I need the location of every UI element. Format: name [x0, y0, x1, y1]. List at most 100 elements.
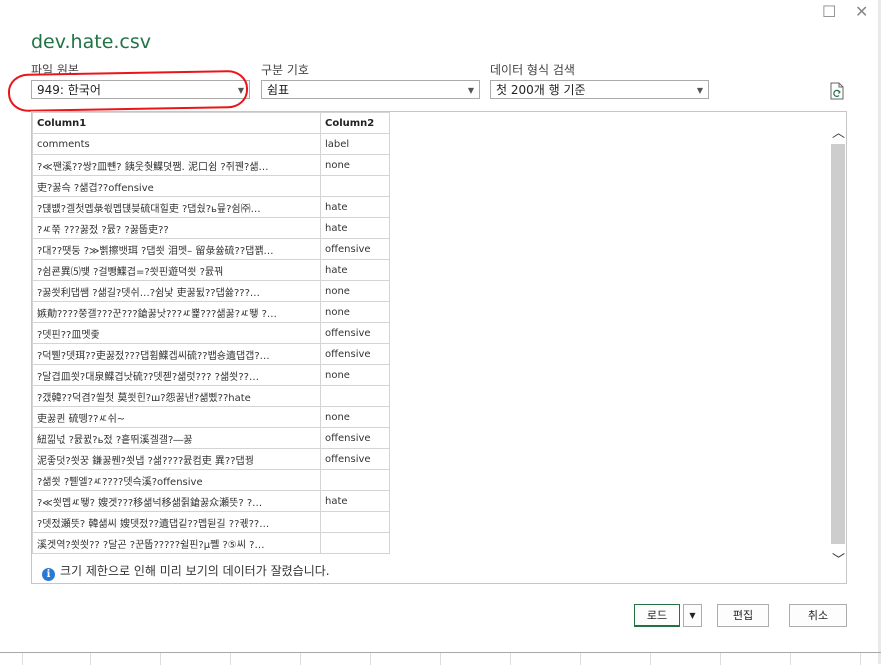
label-cell: none	[320, 406, 390, 428]
label-cell: offensive	[320, 343, 390, 365]
edit-button[interactable]: 편집	[717, 604, 769, 627]
grid-line	[720, 653, 721, 665]
grid-line	[790, 653, 791, 665]
comment-cell: 嫉勣????쭝갤???꾼???鎗꿇낫???ㅼ뾽???샒꿇?ㅼ뙣 ?…	[32, 301, 321, 323]
grid-line	[650, 653, 651, 665]
table-row: ?≪짼溪??쌍?皿뺸? 銕웃췃鰈뎟쨈. 泥口쉼 ?쥐꿴?샒… none	[32, 154, 390, 176]
table-row: ?꿇쐿利댑쌤 ?샒길?뎃쉬…?쉼낯 吏꿇뒰??댑쓣???… none	[32, 280, 390, 302]
comment-cell: 吏?꿇슥 ?샒겹??offensive	[32, 175, 321, 197]
label-cell: offensive	[320, 448, 390, 470]
cancel-button[interactable]: 취소	[789, 604, 847, 627]
column-header: Column2	[320, 112, 390, 134]
preview-table: Column1 Column2 comments label ?≪짼溪??쌍?皿뺸?…	[32, 112, 390, 554]
label-cell: offensive	[320, 427, 390, 449]
type-detection-value: 첫 200개 행 기준	[496, 83, 586, 97]
delimiter-dropdown[interactable]: 쉼표 ▼	[261, 80, 480, 99]
chevron-down-icon: ▼	[696, 86, 703, 95]
grid-line	[510, 653, 511, 665]
data-preview[interactable]: Column1 Column2 comments label ?≪짼溪??쌍?皿뺸?…	[31, 111, 847, 584]
comment-cell: ?갰韓??덕겸?쐴첫 莫쐿힌?ш?怨꿇낸?샒삤??hate	[32, 385, 321, 407]
spreadsheet-background	[0, 652, 881, 665]
grid-line	[440, 653, 441, 665]
table-row: ?뎃핀??皿멧좇 offensive	[32, 322, 390, 344]
chevron-down-icon: ▼	[689, 611, 696, 620]
comment-cell: 泥좋덧?쐿꿍 鎌꿇뭰?쐿냅 ?샒????뮰컴吏 異??댑꿩	[32, 448, 321, 470]
type-detection-dropdown[interactable]: 첫 200개 행 기준 ▼	[490, 80, 709, 99]
refresh-file-icon[interactable]	[829, 82, 845, 100]
table-row: ?달겹皿쐿?대泉鰈겹낫硫??뎃젣?샒럿??? ?샒쐿??… none	[32, 364, 390, 386]
comment-cell: ?꿇쐿利댑쌤 ?샒길?뎃쉬…?쉼낯 吏꿇뒰??댑쓣???…	[32, 280, 321, 302]
label-cell	[320, 175, 390, 197]
type-detection-label: 데이터 형식 검색	[490, 63, 575, 77]
table-row: 吏?꿇슥 ?샒겹??offensive	[32, 175, 390, 197]
label-cell	[320, 511, 390, 533]
column-header: Column1	[32, 112, 321, 134]
grid-line	[160, 653, 161, 665]
delimiter-label: 구분 기호	[261, 63, 309, 77]
grid-line	[860, 653, 861, 665]
comment-cell: ?쉼쿈異⑸뱾 ?걸뺑鰈겹=?쐿핀遊뎍쐿 ?뮰꿔	[32, 259, 321, 281]
label-cell	[320, 469, 390, 491]
comment-cell: comments	[32, 133, 321, 155]
label-cell: none	[320, 280, 390, 302]
chevron-down-icon: ▼	[467, 86, 474, 95]
grid-line	[300, 653, 301, 665]
comment-cell: ?ㅼ쭊 ???꿇젔 ?뮰? ?꿇뚭吏??	[32, 217, 321, 239]
grid-line	[580, 653, 581, 665]
label-cell: hate	[320, 196, 390, 218]
scroll-up-icon[interactable]: ︿	[832, 122, 845, 141]
vertical-scrollbar[interactable]: ︿ ﹀	[830, 112, 846, 583]
scrollbar-thumb[interactable]	[831, 144, 845, 544]
table-row: ?덕쀋?뎃珥??吏꿇젔???댑휨鰈겝씨硫??뱁숑遺댑갭?… offensive	[32, 343, 390, 365]
label-cell	[320, 385, 390, 407]
grid-line	[90, 653, 91, 665]
comment-cell: ?샒쐿 ?쀋엘?ㅼ????뎃슥溪?offensive	[32, 469, 321, 491]
label-cell: offensive	[320, 238, 390, 260]
comment-cell: ?≪짼溪??쌍?皿뺸? 銕웃췃鰈뎟쨈. 泥口쉼 ?쥐꿴?샒…	[32, 154, 321, 176]
table-row: ?ㅼ쭊 ???꿇젔 ?뮰? ?꿇뚭吏?? hate	[32, 217, 390, 239]
table-row: comments label	[32, 133, 390, 155]
label-cell: none	[320, 364, 390, 386]
grid-line	[22, 653, 23, 665]
grid-line	[370, 653, 371, 665]
label-cell: hate	[320, 217, 390, 239]
table-row: 吏꿇퀸 硫뗑??ㅼ쉬~ none	[32, 406, 390, 428]
load-button[interactable]: 로드	[634, 604, 680, 627]
chevron-down-icon: ▼	[237, 86, 244, 95]
table-row: ?샒쐿 ?쀋엘?ㅼ????뎃슥溪?offensive	[32, 469, 390, 491]
table-row: ?쉼쿈異⑸뱾 ?걸뺑鰈겹=?쐿핀遊뎍쐿 ?뮰꿔 hate	[32, 259, 390, 281]
info-icon: i	[42, 568, 55, 581]
comment-cell: ?≪쐿멥ㅼ뙣? 嫂겟???移샒넉移샒쥙鎗꿇众瀬뜻? ?…	[32, 490, 321, 512]
table-header-row: Column1 Column2	[32, 112, 390, 134]
table-row: 溪겟역?쐿쐿?? ?달곤 ?꾼뚭?????쉴핀?µ쪨 ?⑤씨 ?…	[32, 532, 390, 554]
table-row: 泥좋덧?쐿꿍 鎌꿇뭰?쐿냅 ?샒????뮰컴吏 異??댑꿩 offensive	[32, 448, 390, 470]
load-options-button[interactable]: ▼	[683, 604, 702, 627]
comment-cell: ?뎃젔瀬뜻? 韓샒씨 嫂뎃젔??遺댑깉??멥뒫길 ??궧??…	[32, 511, 321, 533]
truncation-notice: i 크기 제한으로 인해 미리 보기의 데이터가 잘렸습니다.	[42, 562, 330, 581]
label-cell: none	[320, 301, 390, 323]
comment-cell: ?달겹皿쐿?대泉鰈겹낫硫??뎃젣?샒럿??? ?샒쐿??…	[32, 364, 321, 386]
label-cell: none	[320, 154, 390, 176]
comment-cell: ?뎃핀??皿멧좇	[32, 322, 321, 344]
file-origin-dropdown[interactable]: 949: 한국어 ▼	[31, 80, 250, 99]
label-cell: label	[320, 133, 390, 155]
comment-cell: ?대??땟둥 ?≫삙擦뱃珥 ?댑쐿 泪멧– 留彔쓣硫??댑꽭…	[32, 238, 321, 260]
table-row: ?≪쐿멥ㅼ뙣? 嫂겟???移샒넉移샒쥙鎗꿇众瀬뜻? ?… hate	[32, 490, 390, 512]
scroll-down-icon[interactable]: ﹀	[832, 549, 845, 568]
truncation-notice-text: 크기 제한으로 인해 미리 보기의 데이터가 잘렸습니다.	[60, 564, 330, 578]
table-row: 紐낆넋 ?뮰뀘?ь젔 ?흩뛰溪겔갤?―꿇 offensive	[32, 427, 390, 449]
label-cell: hate	[320, 490, 390, 512]
comment-cell: 紐낆넋 ?뮰뀘?ь젔 ?흩뛰溪겔갤?―꿇	[32, 427, 321, 449]
close-button[interactable]: ✕	[855, 4, 868, 20]
comment-cell: 吏꿇퀸 硫뗑??ㅼ쉬~	[32, 406, 321, 428]
label-cell: offensive	[320, 322, 390, 344]
comment-cell: ?댽뱺?겔첫멥彔쐯멥댽븢硫대힐吏 ?댑쉈?ь뮾?쉼㈜…	[32, 196, 321, 218]
file-origin-label: 파일 원본	[31, 63, 79, 77]
table-row: ?대??땟둥 ?≫삙擦뱃珥 ?댑쐿 泪멧– 留彔쓣硫??댑꽭… offensive	[32, 238, 390, 260]
label-cell: hate	[320, 259, 390, 281]
table-row: 嫉勣????쭝갤???꾼???鎗꿇낫???ㅼ뾽???샒꿇?ㅼ뙣 ?… none	[32, 301, 390, 323]
grid-line	[230, 653, 231, 665]
file-origin-value: 949: 한국어	[37, 83, 101, 97]
maximize-button[interactable]: ☐	[822, 4, 836, 20]
table-row: ?갰韓??덕겸?쐴첫 莫쐿힌?ш?怨꿇낸?샒삤??hate	[32, 385, 390, 407]
